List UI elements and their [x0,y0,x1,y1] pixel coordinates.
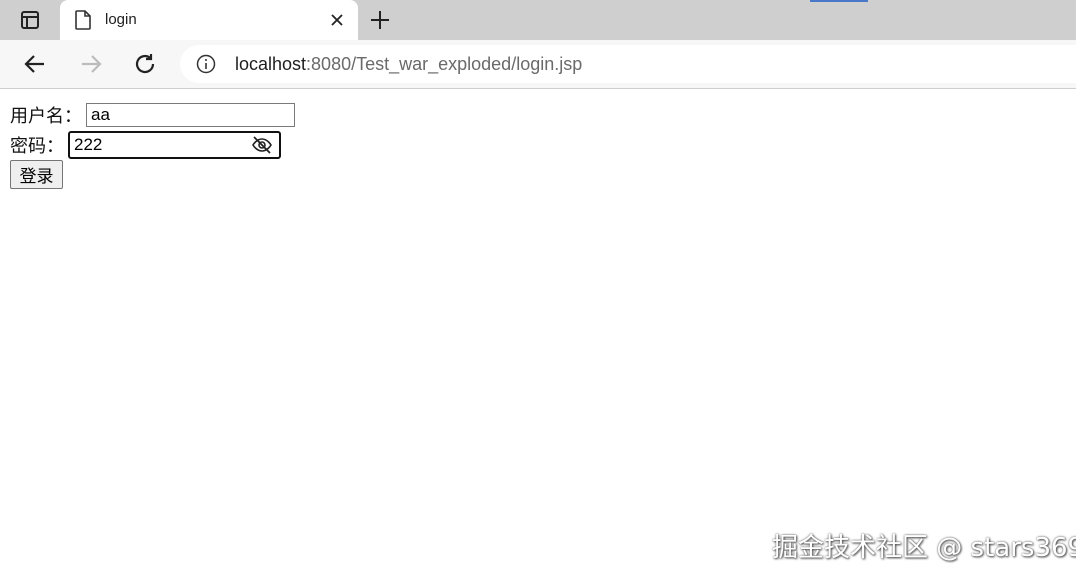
login-button[interactable]: 登录 [10,160,63,189]
url-path: :8080/Test_war_exploded/login.jsp [306,54,583,74]
url-host: localhost [235,54,307,74]
back-arrow-icon[interactable] [22,51,48,77]
tab-actions-icon[interactable] [10,8,50,32]
password-row: 密码： 222 [10,131,281,159]
username-label: 用户名： [10,106,82,126]
password-label: 密码： [10,136,64,156]
username-value: aa [91,105,110,124]
address-bar[interactable]: localhost:8080/Test_war_exploded/login.j… [180,45,1076,83]
tab-strip: login [0,0,1076,40]
eye-off-icon[interactable] [251,135,273,155]
password-input[interactable]: 222 [68,131,281,159]
reload-icon[interactable] [132,51,158,77]
page-content: 用户名： aa 密码： 222 登录 [0,89,1076,576]
tab-strip-accent [810,0,868,2]
info-icon[interactable] [196,54,216,74]
plus-icon[interactable] [368,8,392,32]
tab-title: login [105,11,137,28]
username-input[interactable]: aa [86,103,295,127]
watermark: 掘金技术社区 @ stars369 [772,533,1076,563]
browser-toolbar: localhost:8080/Test_war_exploded/login.j… [0,40,1076,89]
forward-arrow-icon[interactable] [78,51,104,77]
browser-tab[interactable]: login [60,0,358,40]
password-value: 222 [74,135,103,154]
url-text[interactable]: localhost:8080/Test_war_exploded/login.j… [235,54,582,75]
username-row: 用户名： aa [10,101,295,129]
close-icon[interactable] [328,11,346,29]
file-icon [74,10,92,30]
